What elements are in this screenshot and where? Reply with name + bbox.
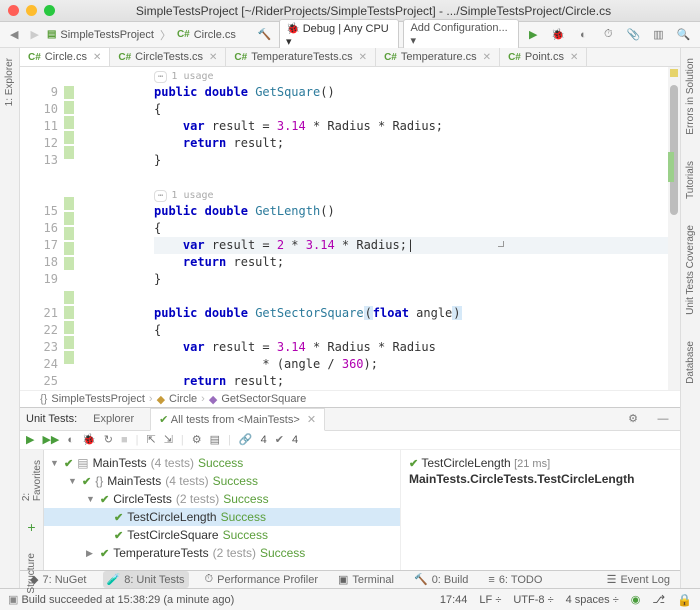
code-editor[interactable]: 91011121315161718192122232425 ⋯1 usage p… bbox=[20, 67, 680, 390]
repeat-icon[interactable]: ↻ bbox=[104, 433, 113, 446]
run-config-select[interactable]: 🐞 Debug | Any CPU ▾ bbox=[279, 19, 400, 51]
navigation-bar: ◀ ▶ ▤ SimpleTestsProject 〉 C# Circle.cs … bbox=[0, 22, 700, 48]
unit-tests-toolbar: ▶ ▶▶ ◐ 🐞 ↻ ■ | ⇱ ⇲ | ⚙ ▤ | 🔗 4 ✔ 4 bbox=[20, 431, 680, 450]
bt-todo[interactable]: ≡ 6: TODO bbox=[484, 572, 546, 588]
bt-profiler[interactable]: ⏱ Performance Profiler bbox=[201, 571, 322, 588]
tool-errors[interactable]: Errors in Solution bbox=[685, 54, 696, 139]
detail-time: [21 ms] bbox=[514, 458, 550, 470]
cover-tests-icon[interactable]: ◐ bbox=[67, 434, 74, 446]
test-node-temperature[interactable]: ▶✔ TemperatureTests (2 tests) Success bbox=[44, 544, 400, 562]
detail-name: TestCircleLength bbox=[421, 456, 510, 470]
collapse-icon[interactable]: ⇲ bbox=[164, 433, 173, 446]
tool-explorer[interactable]: 1: Explorer bbox=[4, 54, 15, 110]
tab-point[interactable]: C#Point.cs✕ bbox=[500, 48, 587, 66]
tab-circletests[interactable]: C#CircleTests.cs✕ bbox=[110, 48, 226, 66]
line-gutter: 91011121315161718192122232425 bbox=[20, 67, 64, 390]
project-icon: ▤ bbox=[47, 29, 56, 40]
breadcrumb-file[interactable]: Circle.cs bbox=[194, 29, 236, 41]
tool-favorites[interactable]: 2: Favorites bbox=[21, 456, 43, 505]
debug-tests-icon[interactable]: 🐞 bbox=[82, 433, 96, 446]
window-zoom[interactable] bbox=[44, 5, 55, 16]
attach-button[interactable]: 📎 bbox=[623, 25, 644, 45]
left-tool-strip: 1: Explorer bbox=[0, 48, 20, 588]
pass-count: 4 bbox=[261, 434, 267, 446]
line-ending[interactable]: LF ÷ bbox=[479, 594, 501, 606]
bt-event-log[interactable]: ☰ Event Log bbox=[603, 571, 674, 588]
tool-database[interactable]: Database bbox=[685, 337, 696, 388]
caret-position[interactable]: 17:44 bbox=[440, 594, 468, 606]
caret-indicator bbox=[498, 241, 504, 247]
cs-file-icon: C# bbox=[177, 29, 190, 40]
test-testcirclesquare[interactable]: ✔ TestCircleSquare Success bbox=[44, 526, 400, 544]
coverage-button[interactable]: ◐ bbox=[573, 25, 594, 45]
indent[interactable]: 4 spaces ÷ bbox=[566, 594, 619, 606]
run-tests-icon[interactable]: ▶ bbox=[26, 433, 34, 446]
window-close[interactable] bbox=[8, 5, 19, 16]
test-tree[interactable]: ▼✔▤ MainTests (4 tests) Success ▼✔{} Mai… bbox=[44, 450, 400, 570]
test-detail: ✔ TestCircleLength [21 ms] MainTests.Cir… bbox=[400, 450, 680, 570]
bt-build[interactable]: 🔨 0: Build bbox=[410, 571, 472, 588]
total-count: 4 bbox=[292, 434, 298, 446]
bottom-tool-tabs: ◆ 7: NuGet 🧪 8: Unit Tests ⏱ Performance… bbox=[20, 570, 680, 588]
nav-fwd[interactable]: ▶ bbox=[26, 28, 42, 41]
filter-icon[interactable]: ▤ bbox=[210, 433, 220, 446]
detail-path: MainTests.CircleTests.TestCircleLength bbox=[409, 472, 672, 486]
test-node-ns[interactable]: ▼✔{} MainTests (4 tests) Success bbox=[44, 472, 400, 490]
window-minimize[interactable] bbox=[26, 5, 37, 16]
structure-toggle[interactable]: ▥ bbox=[648, 25, 669, 45]
close-icon[interactable]: ✕ bbox=[93, 52, 101, 63]
git-icon[interactable]: ⎇ bbox=[652, 593, 665, 606]
window-title: SimpleTestsProject [~/RiderProjects/Simp… bbox=[55, 4, 692, 18]
tool-structure[interactable]: Structure bbox=[26, 549, 37, 598]
bt-terminal[interactable]: ▣ Terminal bbox=[334, 571, 398, 588]
search-everywhere-icon[interactable]: 🔍 bbox=[673, 25, 694, 45]
stop-icon[interactable]: ■ bbox=[121, 434, 128, 446]
unit-tests-header: Unit Tests: Explorer ✔ All tests from <M… bbox=[20, 407, 680, 431]
bt-unit-tests[interactable]: 🧪 8: Unit Tests bbox=[103, 571, 189, 588]
expand-icon[interactable]: ⇱ bbox=[146, 433, 155, 446]
tab-circle[interactable]: C#Circle.cs✕ bbox=[20, 48, 110, 66]
breadcrumb-project[interactable]: SimpleTestsProject bbox=[60, 29, 154, 41]
hide-icon[interactable]: ― bbox=[652, 409, 674, 429]
tool-coverage[interactable]: Unit Tests Coverage bbox=[685, 221, 696, 319]
add-configuration-button[interactable]: Add Configuration... ▾ bbox=[403, 19, 518, 50]
unit-tests-title: Unit Tests: bbox=[26, 413, 77, 425]
run-button[interactable]: ▶ bbox=[523, 25, 544, 45]
check-icon: ✔ bbox=[275, 433, 284, 446]
link-icon[interactable]: 🔗 bbox=[239, 433, 253, 446]
editor-tabs: C#Circle.cs✕ C#CircleTests.cs✕ C#Tempera… bbox=[20, 48, 680, 67]
test-testcirclelength[interactable]: ✔ TestCircleLength Success bbox=[44, 508, 400, 526]
test-node-circletests[interactable]: ▼✔ CircleTests (2 tests) Success bbox=[44, 490, 400, 508]
status-bar: ▣ Build succeeded at 15:38:29 (a minute … bbox=[0, 588, 700, 610]
change-markers bbox=[64, 67, 74, 390]
test-node-root[interactable]: ▼✔▤ MainTests (4 tests) Success bbox=[44, 454, 400, 472]
text-cursor: | bbox=[407, 238, 414, 252]
tab-explorer[interactable]: Explorer bbox=[85, 409, 142, 429]
tool-tutorials[interactable]: Tutorials bbox=[685, 157, 696, 203]
editor-breadcrumb[interactable]: {}SimpleTestsProject › ◆Circle › ◆GetSec… bbox=[20, 390, 680, 406]
tab-session[interactable]: ✔ All tests from <MainTests> ✕ bbox=[150, 408, 325, 431]
debug-button[interactable]: 🐞 bbox=[548, 25, 569, 45]
status-icon[interactable]: ▣ bbox=[8, 594, 18, 606]
inspection-icon[interactable]: ◉ bbox=[631, 593, 641, 606]
tab-temptests[interactable]: C#TemperatureTests.cs✕ bbox=[226, 48, 376, 66]
rerun-tests-icon[interactable]: ▶▶ bbox=[42, 433, 59, 446]
code-body[interactable]: ⋯1 usage public double GetSquare() { var… bbox=[74, 67, 680, 390]
gear-icon[interactable]: ⚙ bbox=[622, 409, 644, 429]
lock-icon[interactable]: 🔒 bbox=[677, 593, 692, 607]
nav-back[interactable]: ◀ bbox=[6, 28, 22, 41]
bug-icon: 🐞 bbox=[286, 23, 300, 35]
add-favorite-icon[interactable]: + bbox=[27, 519, 35, 535]
options-gear-icon[interactable]: ⚙ bbox=[192, 433, 202, 446]
tab-temperature[interactable]: C#Temperature.cs✕ bbox=[376, 48, 500, 66]
build-icon[interactable]: 🔨 bbox=[254, 25, 275, 45]
encoding[interactable]: UTF-8 ÷ bbox=[513, 594, 553, 606]
profile-button[interactable]: ⏱ bbox=[598, 25, 619, 45]
editor-scrollbar[interactable] bbox=[668, 67, 680, 390]
right-tool-strip: Errors in Solution Tutorials Unit Tests … bbox=[680, 48, 700, 588]
status-message: Build succeeded at 15:38:29 (a minute ag… bbox=[21, 594, 234, 606]
